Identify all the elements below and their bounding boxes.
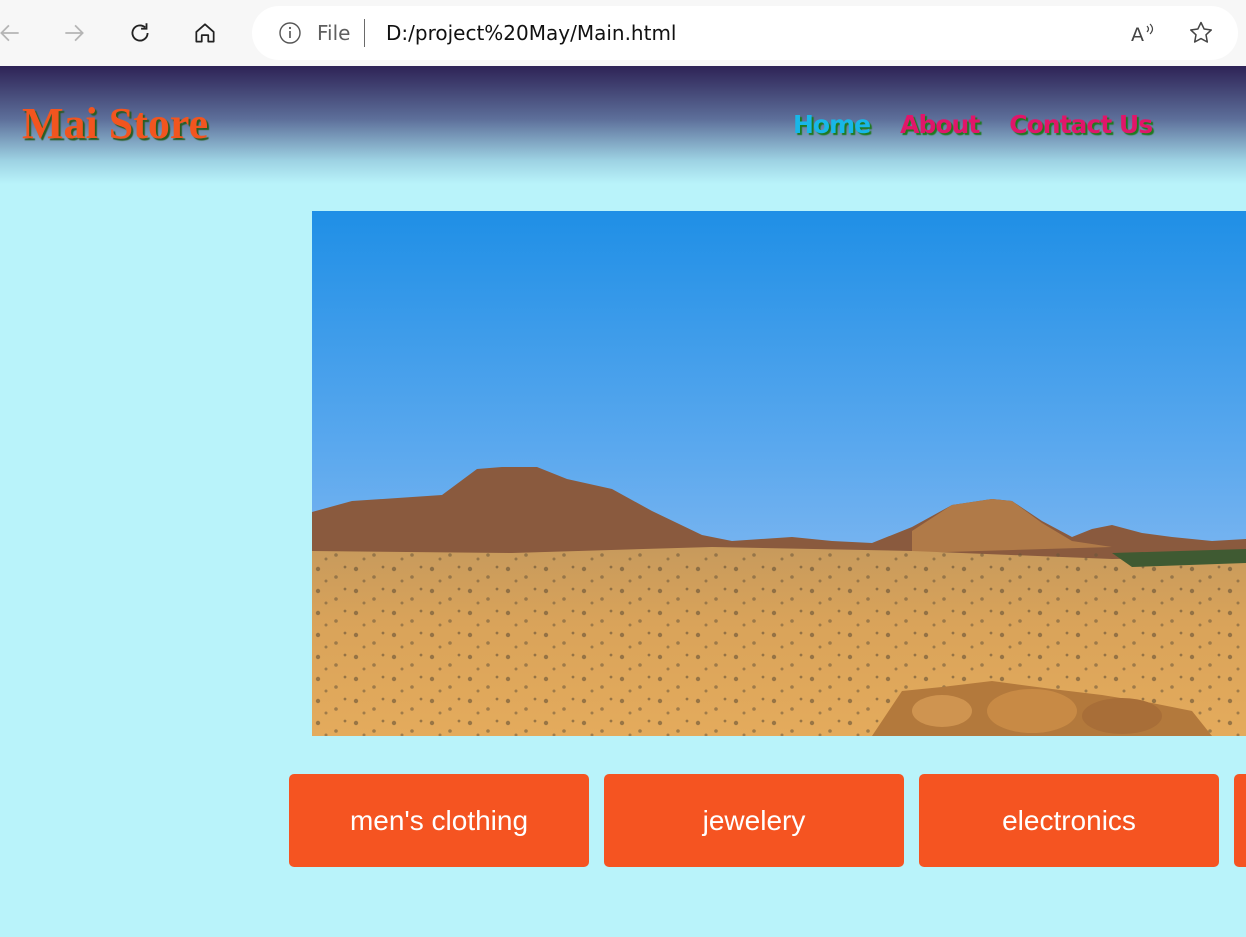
favorite-star-icon[interactable] <box>1187 19 1215 47</box>
desert-landscape-image <box>312 211 1246 736</box>
info-icon[interactable] <box>278 21 302 45</box>
nav-contact-link[interactable]: Contact Us <box>1009 110 1153 139</box>
nav-home-link[interactable]: Home <box>793 110 871 139</box>
refresh-button[interactable] <box>120 13 160 53</box>
read-aloud-icon[interactable]: A <box>1129 19 1157 47</box>
back-arrow-icon <box>0 24 19 42</box>
forward-button[interactable] <box>54 13 94 53</box>
back-button[interactable] <box>0 13 30 53</box>
site-header: Mai Store Home About Contact Us <box>0 66 1246 184</box>
svg-text:A: A <box>1131 24 1144 46</box>
browser-toolbar: File D:/project%20May/Main.html A <box>0 0 1246 67</box>
home-button[interactable] <box>185 13 225 53</box>
forward-arrow-icon <box>65 24 84 42</box>
address-bar[interactable]: File D:/project%20May/Main.html A <box>252 6 1238 60</box>
url-text[interactable]: D:/project%20May/Main.html <box>386 21 677 45</box>
category-button-electronics[interactable]: electronics <box>919 774 1219 867</box>
address-prefix: File <box>317 21 351 45</box>
home-icon <box>195 23 215 43</box>
nav-about-link[interactable]: About <box>900 110 980 139</box>
address-separator <box>364 19 365 47</box>
hero-image <box>312 211 1246 736</box>
main-nav: Home About Contact Us <box>793 110 1153 139</box>
category-button-mens-clothing[interactable]: men's clothing <box>289 774 589 867</box>
category-button-partial[interactable] <box>1234 774 1246 867</box>
refresh-icon <box>131 23 149 42</box>
brand-logo[interactable]: Mai Store <box>22 98 208 149</box>
category-button-jewelery[interactable]: jewelery <box>604 774 904 867</box>
